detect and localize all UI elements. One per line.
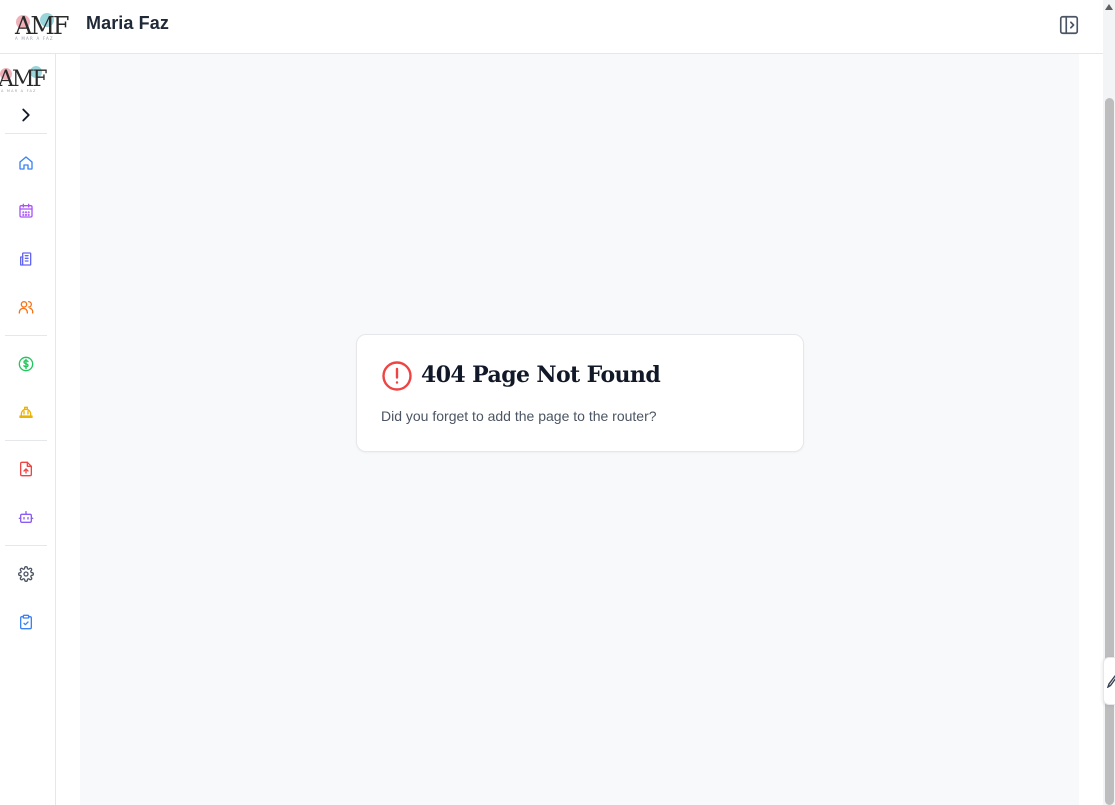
building-icon (20, 252, 32, 266)
sidebar-item-properties[interactable] (14, 247, 38, 271)
bot-icon (18, 511, 34, 523)
users-icon (18, 301, 34, 314)
file-upload-icon (20, 461, 32, 477)
top-bar: AMF A MAR A FAZ Maria Faz (0, 0, 1103, 54)
sidebar: AMF A MAR A FAZ (0, 54, 56, 805)
home-icon (19, 156, 33, 170)
hard-hat-icon (19, 406, 33, 418)
sidebar-item-settings[interactable] (14, 562, 38, 586)
amf-logo: AMF A MAR A FAZ (14, 12, 71, 41)
sidebar-divider (5, 335, 47, 336)
sidebar-item-users[interactable] (14, 295, 38, 319)
clipboard-check-icon (20, 614, 32, 630)
scroll-up-arrow-icon[interactable] (1103, 2, 1115, 12)
sidebar-item-calendar[interactable] (14, 199, 38, 223)
feedback-tab[interactable] (1103, 657, 1115, 705)
error-message: Did you forget to add the page to the ro… (381, 408, 657, 424)
main-content: 404 Page Not Found Did you forget to add… (80, 54, 1079, 805)
sidebar-item-home[interactable] (14, 151, 38, 175)
svg-text:A MAR A FAZ: A MAR A FAZ (15, 36, 54, 41)
dollar-icon (18, 356, 34, 372)
amf-logo-small: AMF A MAR A FAZ (0, 66, 49, 93)
calendar-icon (19, 203, 33, 218)
sidebar-item-maintenance[interactable] (14, 400, 38, 424)
pen-icon (1106, 675, 1115, 688)
sidebar-item-tasks[interactable] (14, 610, 38, 634)
error-title: 404 Page Not Found (421, 362, 661, 388)
app-title: Maria Faz (86, 13, 169, 33)
sidebar-item-documents[interactable] (14, 457, 38, 481)
sidebar-item-finance[interactable] (14, 352, 38, 376)
settings-icon (18, 566, 34, 582)
chevron-right-icon[interactable] (15, 104, 37, 126)
not-found-card: 404 Page Not Found Did you forget to add… (356, 334, 804, 452)
sidebar-divider (5, 133, 47, 134)
alert-circle-icon (382, 361, 412, 391)
sidebar-divider (5, 545, 47, 546)
svg-text:A MAR A FAZ: A MAR A FAZ (1, 89, 37, 93)
sidebar-divider (5, 440, 47, 441)
sidebar-item-assistant[interactable] (14, 505, 38, 529)
panel-left-open-icon[interactable] (1058, 14, 1080, 36)
